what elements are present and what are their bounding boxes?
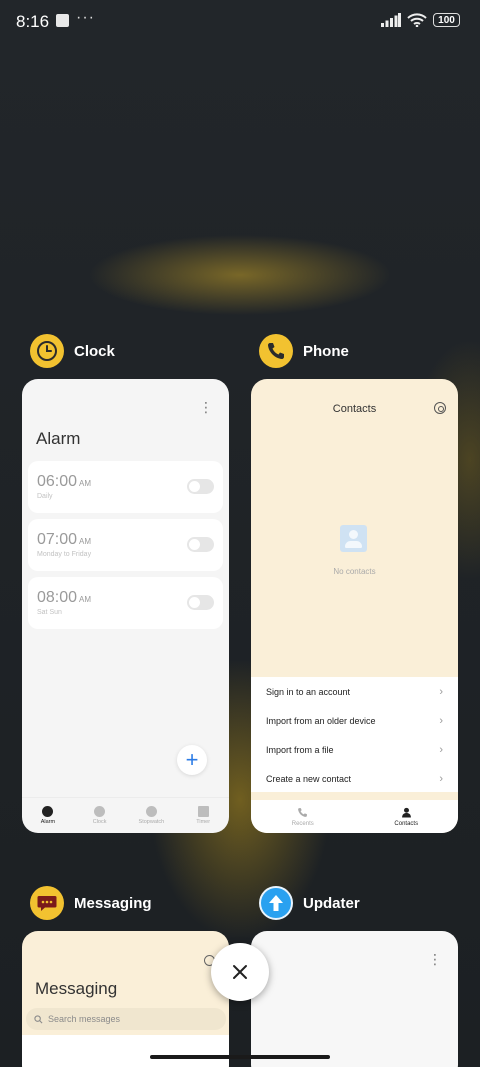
contacts-actions-list: Sign in to an account › Import from an o… — [251, 677, 458, 792]
app-name: Clock — [74, 342, 115, 360]
status-bar: 8:16 ··· 100 — [0, 0, 480, 44]
more-options-icon: ⋮ — [199, 399, 213, 415]
app-header-updater[interactable]: Updater — [259, 886, 360, 920]
recent-card-clock[interactable]: ⋮ Alarm 06:00 AM Daily 07:00 AM Monday to … — [22, 379, 229, 833]
nav-label: Recents — [291, 820, 314, 827]
alarm-icon — [42, 806, 54, 817]
alarm-ampm: AM — [79, 479, 92, 488]
app-name: Updater — [303, 894, 360, 912]
chat-bubble-icon — [30, 886, 64, 920]
phone-icon — [259, 334, 293, 368]
clock-icon — [30, 334, 64, 368]
alarm-time: 06:00 — [37, 473, 78, 490]
hourglass-icon — [197, 806, 209, 817]
recent-card-messaging[interactable]: Messaging Search messages — [22, 931, 229, 1067]
nav-stopwatch: Stopwatch — [126, 798, 178, 833]
nav-label: Clock — [92, 819, 107, 825]
alarm-toggle — [187, 537, 214, 552]
chevron-right-icon: › — [439, 743, 443, 756]
nav-label: Stopwatch — [138, 819, 165, 825]
chevron-right-icon: › — [439, 685, 443, 698]
search-placeholder: Search messages — [48, 1014, 121, 1024]
upload-arrow-icon — [259, 886, 293, 920]
phone-bottom-nav: Recents Contacts — [251, 800, 458, 833]
alarm-item: 06:00 AM Daily — [28, 461, 223, 513]
alarm-repeat: Monday to Friday — [37, 551, 92, 558]
nav-alarm: Alarm — [22, 798, 74, 833]
alarm-toggle — [187, 595, 214, 610]
status-icons: 100 — [381, 13, 460, 27]
recent-card-phone[interactable]: Contacts No contacts Sign in to an accou… — [251, 379, 458, 833]
gear-icon — [434, 402, 446, 414]
wifi-icon — [407, 13, 427, 27]
alarm-item: 08:00 AM Sat Sun — [28, 577, 223, 629]
clear-all-button[interactable] — [211, 943, 269, 1001]
search-bar: Search messages — [26, 1008, 226, 1030]
status-time: 8:16 — [16, 12, 50, 31]
alarm-ampm: AM — [79, 595, 92, 604]
app-header-messaging[interactable]: Messaging — [30, 886, 152, 920]
more-notifications-icon: ··· — [76, 9, 95, 26]
battery-icon: 100 — [433, 13, 460, 27]
alarm-ampm: AM — [79, 537, 92, 546]
home-indicator[interactable] — [150, 1055, 330, 1059]
nav-label: Timer — [196, 819, 211, 825]
alarm-repeat: Sat Sun — [37, 609, 62, 616]
app-header-clock[interactable]: Clock — [30, 334, 115, 368]
alarm-time: 08:00 — [37, 589, 78, 606]
chevron-right-icon: › — [439, 714, 443, 727]
nav-clock: Clock — [74, 798, 126, 833]
nav-contacts: Contacts — [355, 800, 459, 833]
contact-placeholder-icon — [340, 525, 367, 552]
nav-recents: Recents — [251, 800, 355, 833]
action-import-file: Import from a file › — [266, 743, 443, 756]
action-import-device: Import from an older device › — [266, 714, 443, 727]
app-name: Messaging — [74, 894, 152, 912]
clock-icon — [94, 806, 106, 817]
action-sign-in: Sign in to an account › — [266, 685, 443, 698]
screen-title: Contacts — [332, 403, 377, 415]
add-alarm-icon: + — [177, 745, 207, 775]
signal-icon — [381, 13, 401, 27]
clock-bottom-nav: Alarm Clock Stopwatch Timer — [22, 797, 229, 833]
recent-card-updater[interactable]: ⋮ — [251, 931, 458, 1067]
action-create-contact: Create a new contact › — [266, 772, 443, 785]
search-icon — [34, 1014, 43, 1023]
screen-title: Messaging — [35, 979, 118, 998]
notification-icon — [56, 14, 69, 27]
alarm-item: 07:00 AM Monday to Friday — [28, 519, 223, 571]
phone-icon — [298, 807, 308, 817]
app-header-phone[interactable]: Phone — [259, 334, 349, 368]
stopwatch-icon — [145, 806, 157, 817]
alarm-time: 07:00 — [37, 531, 78, 548]
empty-state-text: No contacts — [333, 567, 376, 576]
alarm-toggle — [187, 479, 214, 494]
alarm-repeat: Daily — [37, 493, 53, 500]
more-options-icon: ⋮ — [428, 951, 442, 967]
nav-timer: Timer — [177, 798, 229, 833]
nav-label: Contacts — [394, 820, 419, 827]
person-icon — [401, 807, 411, 817]
screen-title: Alarm — [36, 429, 81, 448]
app-name: Phone — [303, 342, 349, 360]
nav-label: Alarm — [40, 819, 56, 825]
close-icon — [233, 965, 247, 979]
chevron-right-icon: › — [439, 772, 443, 785]
